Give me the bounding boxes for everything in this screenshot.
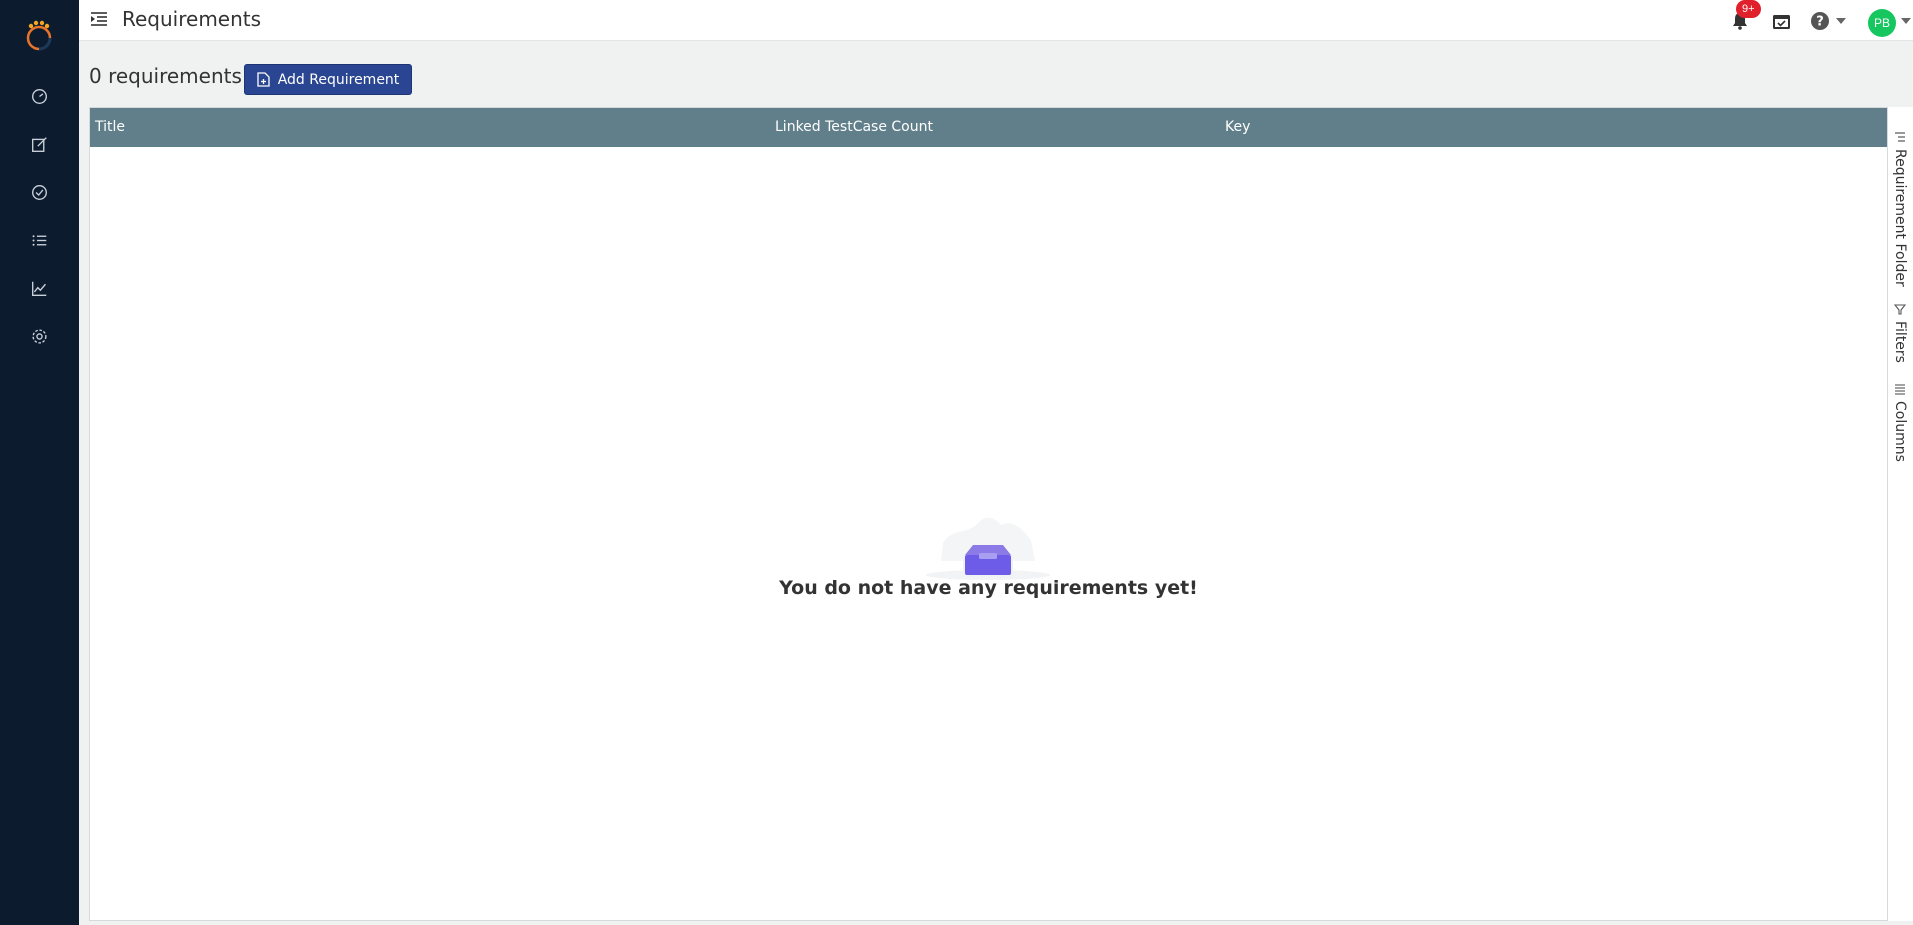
- top-header: Requirements: [79, 0, 1913, 41]
- nav-test-cases[interactable]: [24, 129, 54, 159]
- user-chevron-down-icon[interactable]: [1901, 18, 1911, 24]
- page-title: Requirements: [122, 7, 262, 31]
- tab-filters[interactable]: Filters: [1892, 303, 1908, 363]
- grid-header: Title Linked TestCase Count Key: [90, 108, 1887, 147]
- calendar-check-icon: [1773, 14, 1790, 29]
- nav-settings[interactable]: [24, 321, 54, 351]
- chart-icon: [31, 281, 46, 296]
- grid-body: You do not have any requirements yet!: [90, 147, 1887, 920]
- filter-icon: [1894, 304, 1906, 315]
- notification-badge: 9+: [1736, 0, 1761, 18]
- requirements-grid: Title Linked TestCase Count Key You do n…: [89, 107, 1888, 921]
- nav-test-runs[interactable]: [24, 177, 54, 207]
- tab-columns[interactable]: Columns: [1892, 383, 1908, 462]
- column-header-key[interactable]: Key: [1225, 119, 1250, 135]
- tasks-button[interactable]: [1772, 9, 1791, 33]
- column-header-linked-testcase-count[interactable]: Linked TestCase Count: [775, 119, 933, 135]
- add-file-icon: [257, 72, 270, 87]
- tab-requirement-folder-label: Requirement Folder: [1892, 149, 1908, 287]
- user-avatar[interactable]: PB: [1868, 9, 1896, 37]
- settings-icon: [31, 328, 47, 344]
- columns-icon: [1895, 384, 1905, 395]
- nav-reports[interactable]: [24, 273, 54, 303]
- folder-tree-icon: [1895, 132, 1905, 142]
- empty-box-icon: [926, 517, 1050, 580]
- app-logo[interactable]: [21, 18, 57, 54]
- requirements-count: 0 requirements: [89, 64, 242, 88]
- help-button[interactable]: ?: [1810, 9, 1830, 33]
- list-icon: [32, 234, 46, 246]
- sidebar: [0, 0, 79, 925]
- tab-requirement-folder[interactable]: Requirement Folder: [1892, 131, 1908, 287]
- add-requirement-button[interactable]: Add Requirement: [244, 64, 412, 95]
- help-chevron-down-icon[interactable]: [1836, 18, 1846, 24]
- nav-requirements[interactable]: [24, 225, 54, 255]
- dashboard-icon: [31, 88, 47, 104]
- menu-toggle-icon[interactable]: [89, 9, 109, 29]
- edit-icon: [31, 136, 47, 152]
- add-requirement-label: Add Requirement: [277, 71, 400, 88]
- empty-state-message: You do not have any requirements yet!: [779, 577, 1198, 599]
- check-circle-icon: [31, 184, 47, 200]
- svg-text:?: ?: [1816, 15, 1824, 30]
- nav-dashboard[interactable]: [24, 81, 54, 111]
- tab-columns-label: Columns: [1892, 401, 1908, 462]
- side-tool-panel: Requirement Folder Filters Columns: [1887, 107, 1913, 921]
- column-header-title[interactable]: Title: [95, 119, 125, 135]
- tab-filters-label: Filters: [1892, 321, 1908, 363]
- help-icon: ?: [1811, 12, 1829, 30]
